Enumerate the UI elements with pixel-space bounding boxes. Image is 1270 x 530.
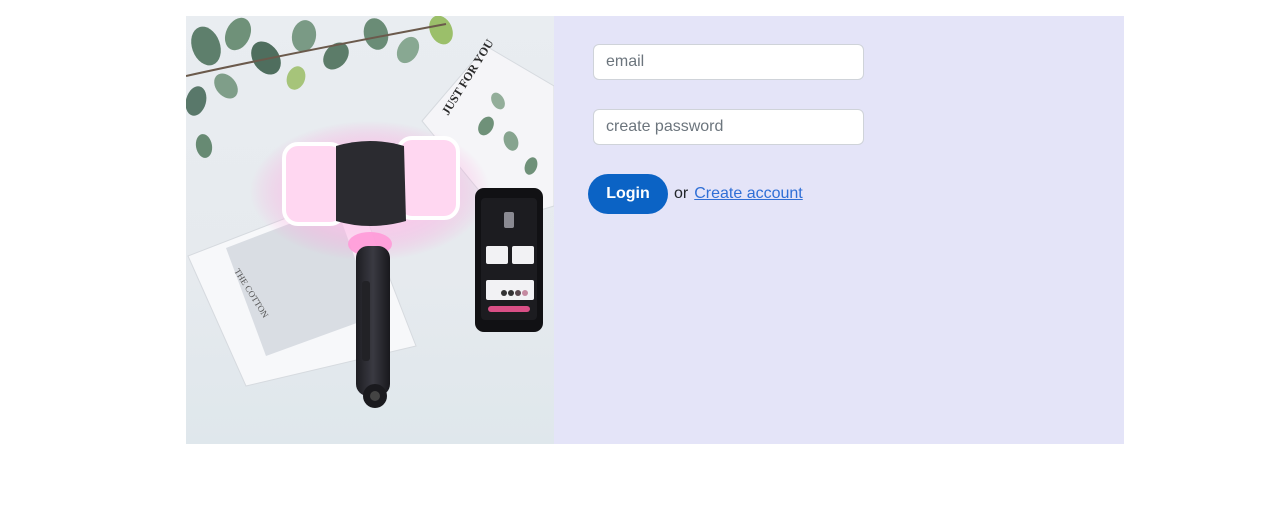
login-card: THE COTTON JUST FOR YOU email Login or C… <box>186 16 1124 444</box>
create-account-link[interactable]: Create account <box>694 185 803 203</box>
hero-image: THE COTTON JUST FOR YOU <box>186 16 554 444</box>
login-button[interactable]: Login <box>588 174 668 214</box>
form-actions: Login or Create account <box>588 174 803 214</box>
login-form-panel: Login or Create account <box>554 16 1124 444</box>
email-input[interactable] <box>593 44 864 80</box>
or-text: or <box>674 185 689 202</box>
phone <box>475 188 543 332</box>
password-input[interactable] <box>593 109 864 145</box>
lightstick-photo: THE COTTON JUST FOR YOU <box>186 16 554 408</box>
